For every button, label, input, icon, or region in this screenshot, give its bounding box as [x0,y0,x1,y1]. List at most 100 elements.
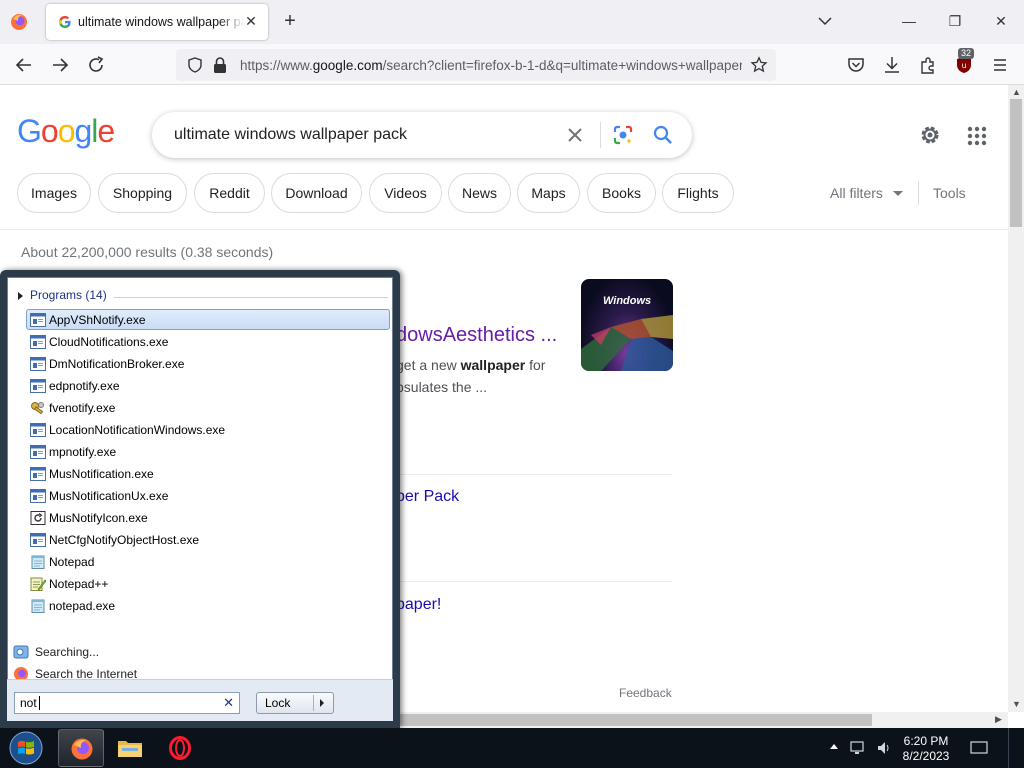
program-item[interactable]: MusNotifyIcon.exe [26,507,390,528]
back-icon[interactable] [14,55,34,75]
result-divider [390,474,672,475]
search-box[interactable]: ultimate windows wallpaper pack [152,112,692,158]
google-logo-letter: o [57,113,76,149]
hamburger-menu-icon[interactable] [990,55,1010,75]
lock-options-arrow-icon[interactable] [320,699,324,707]
lock-button[interactable]: Lock [256,692,334,714]
reload-icon[interactable] [86,55,106,75]
feedback-link[interactable]: Feedback [619,686,672,700]
program-item[interactable]: notepad.exe [26,595,390,616]
show-desktop-button[interactable] [1008,728,1024,768]
chip-books[interactable]: Books [587,173,656,213]
program-label: CloudNotifications.exe [49,335,169,349]
taskbar: 6:20 PM 8/2/2023 [0,728,1024,768]
gear-icon[interactable] [918,123,942,147]
result-title-link[interactable]: dowsAesthetics ... [396,324,557,347]
search-folder-icon [13,645,29,659]
forward-icon[interactable] [50,55,70,75]
lock-label: Lock [265,696,291,710]
text-caret [39,696,40,710]
close-window-icon[interactable]: ✕ [986,8,1016,34]
result-title-link[interactable]: per Pack [396,488,459,506]
downloads-icon[interactable] [882,55,902,75]
chip-videos[interactable]: Videos [369,173,442,213]
url-bar[interactable]: https://www.google.com/search?client=fir… [176,49,776,81]
exe-window-icon [30,313,46,327]
scroll-down-arrow-icon[interactable]: ▼ [1012,699,1021,709]
program-item[interactable]: MusNotification.exe [26,463,390,484]
program-item[interactable]: Notepad [26,551,390,572]
network-icon[interactable] [850,740,868,756]
chip-news[interactable]: News [448,173,511,213]
chip-shopping[interactable]: Shopping [98,173,187,213]
program-item[interactable]: edpnotify.exe [26,375,390,396]
search-input[interactable]: ultimate windows wallpaper pack [174,126,407,144]
url-text[interactable]: https://www.google.com/search?client=fir… [240,58,742,73]
program-item[interactable]: MusNotificationUx.exe [26,485,390,506]
taskbar-opera-button[interactable] [157,729,203,767]
clock-time[interactable]: 6:20 PM [896,734,956,748]
apps-grid-icon[interactable] [966,125,988,147]
extensions-icon[interactable] [918,55,938,75]
volume-icon[interactable] [876,740,892,756]
program-item[interactable]: fvenotify.exe [26,397,390,418]
chip-reddit[interactable]: Reddit [194,173,265,213]
tools-button[interactable]: Tools [933,185,966,201]
chip-flights[interactable]: Flights [662,173,734,213]
thumbnail-caption: Windows [603,295,652,307]
clear-search-icon[interactable] [564,124,586,146]
program-item[interactable]: AppVShNotify.exe [26,309,390,330]
browser-tab[interactable]: ultimate windows wallpaper pack - Google… [46,4,268,40]
clear-search-icon[interactable]: ✕ [223,695,234,711]
google-logo[interactable]: Google [17,113,115,150]
program-item[interactable]: LocationNotificationWindows.exe [26,419,390,440]
tab-close-icon[interactable]: ✕ [242,12,260,30]
start-search-input[interactable]: not ✕ [14,692,240,714]
google-logo-letter: e [97,113,115,149]
program-label: MusNotificationUx.exe [49,489,169,503]
pocket-icon[interactable] [846,55,866,75]
program-label: edpnotify.exe [49,379,120,393]
tab-title: ultimate windows wallpaper pack - Google… [78,15,244,29]
taskbar-firefox-button[interactable] [58,729,104,767]
minimize-icon[interactable]: — [894,8,924,34]
search-icon[interactable] [652,124,674,146]
windows-start-icon[interactable] [6,730,46,766]
vertical-scrollbar[interactable]: ▲ ▼ [1008,85,1024,712]
action-center-icon[interactable] [970,740,988,756]
horizontal-scroll-thumb[interactable] [400,714,872,726]
lock-icon[interactable] [212,56,228,74]
chip-download[interactable]: Download [271,173,362,213]
program-item[interactable]: NetCfgNotifyObjectHost.exe [26,529,390,550]
restore-icon[interactable]: ❐ [940,8,970,34]
program-item[interactable]: mpnotify.exe [26,441,390,462]
bookmark-star-icon[interactable] [750,56,768,74]
show-hidden-icons-icon[interactable] [830,744,838,749]
exe-window-icon [30,489,46,503]
firefox-view-icon[interactable] [10,13,28,31]
programs-header[interactable]: Programs (14) [30,288,107,302]
expand-triangle-icon[interactable] [18,292,23,300]
tracking-protection-icon[interactable] [186,56,204,74]
lock-divider [313,695,314,711]
google-lens-icon[interactable] [612,124,634,146]
clock-date[interactable]: 8/2/2023 [896,749,956,763]
chevron-down-icon[interactable] [816,12,834,30]
result-thumbnail[interactable]: Windows [581,279,673,371]
scroll-right-arrow-icon[interactable]: ▶ [995,714,1002,725]
all-filters-button[interactable]: All filters [830,185,883,201]
program-item[interactable]: Notepad++ [26,573,390,594]
new-tab-icon[interactable]: + [280,10,300,32]
program-label: Notepad++ [49,577,109,591]
ublock-count-badge: 32 [958,48,975,59]
program-item[interactable]: CloudNotifications.exe [26,331,390,352]
chip-images[interactable]: Images [17,173,91,213]
filters-divider [918,181,919,205]
result-title-link[interactable]: paper! [396,596,441,614]
scroll-up-arrow-icon[interactable]: ▲ [1012,87,1021,97]
program-item[interactable]: DmNotificationBroker.exe [26,353,390,374]
chip-maps[interactable]: Maps [517,173,580,213]
taskbar-explorer-button[interactable] [107,729,153,767]
program-label: MusNotification.exe [49,467,154,481]
vertical-scroll-thumb[interactable] [1010,99,1022,227]
